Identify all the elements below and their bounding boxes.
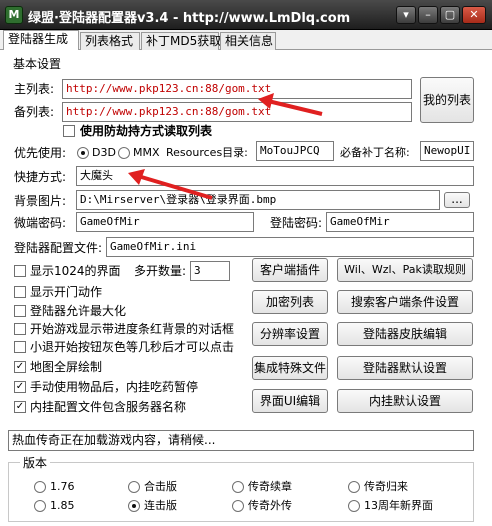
annotation-arrows — [128, 93, 323, 200]
arrow-shortcut — [128, 169, 213, 200]
arrow-backup-list — [258, 93, 323, 116]
